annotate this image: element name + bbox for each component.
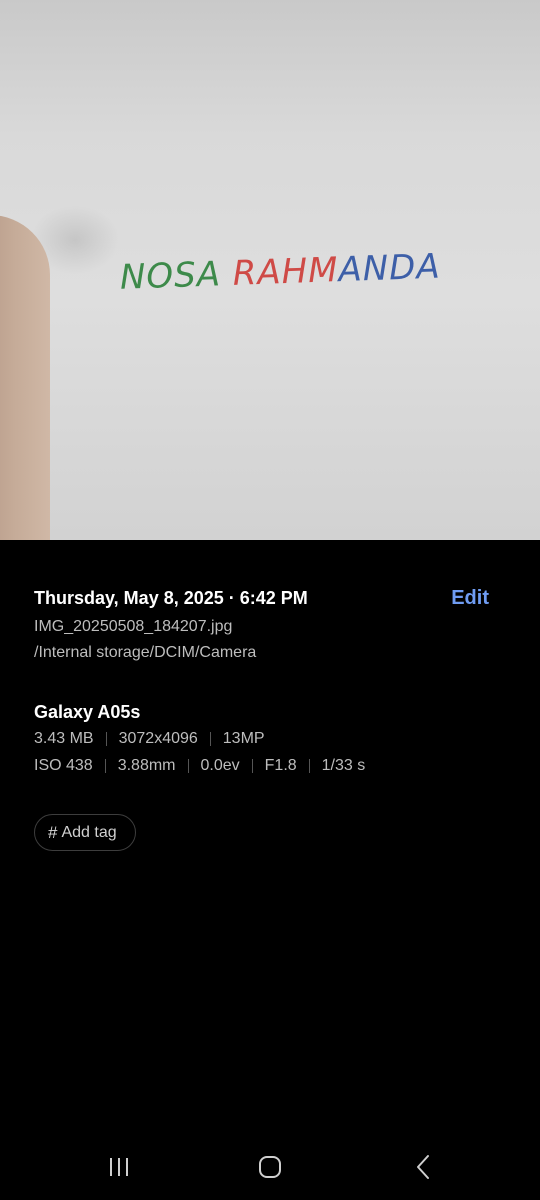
finger xyxy=(0,215,50,540)
focal-length: 3.88mm xyxy=(117,757,176,774)
home-icon xyxy=(259,1156,281,1178)
navigation-bar xyxy=(0,1140,540,1196)
add-tag-label: Add tag xyxy=(61,823,117,841)
exposure-value: 0.0ev xyxy=(200,757,240,774)
date-row: Thursday, May 8, 2025 · 6:42 PM Edit xyxy=(34,585,506,611)
photo-word-3: ANDA xyxy=(337,246,442,291)
recents-icon xyxy=(110,1158,128,1176)
add-tag-button[interactable]: # Add tag xyxy=(34,814,136,851)
photo-preview[interactable]: NOSA RAHMANDA xyxy=(0,0,540,540)
aperture: F1.8 xyxy=(264,757,297,774)
photo-word-1: NOSA xyxy=(119,254,222,298)
file-name: IMG_20250508_184207.jpg xyxy=(34,618,233,635)
divider xyxy=(187,758,189,773)
camera-specs: ISO 438 3.88mm 0.0ev F1.8 1/33 s xyxy=(34,752,506,779)
resolution: 3072x4096 xyxy=(118,730,198,747)
edit-button[interactable]: Edit xyxy=(451,585,489,611)
back-icon xyxy=(417,1155,429,1179)
home-button[interactable] xyxy=(250,1152,290,1184)
divider xyxy=(104,758,106,773)
photo-handwriting: NOSA RAHMANDA xyxy=(119,246,450,305)
megapixels: 13MP xyxy=(222,730,265,747)
recents-button[interactable] xyxy=(100,1152,140,1184)
divider xyxy=(105,731,107,746)
hash-icon: # xyxy=(48,822,58,842)
shutter-speed: 1/33 s xyxy=(321,757,366,774)
details-panel: Thursday, May 8, 2025 · 6:42 PM Edit IMG… xyxy=(34,585,506,779)
file-path: /Internal storage/DCIM/Camera xyxy=(34,644,257,661)
device-name: Galaxy A05s xyxy=(34,702,141,722)
photo-word-2: RAHM xyxy=(232,250,340,294)
date-time: Thursday, May 8, 2025 · 6:42 PM xyxy=(34,588,308,608)
back-button[interactable] xyxy=(402,1152,442,1184)
divider xyxy=(251,758,253,773)
file-size: 3.43 MB xyxy=(34,730,94,747)
iso-value: ISO 438 xyxy=(34,757,93,774)
divider xyxy=(209,731,211,746)
divider xyxy=(308,758,310,773)
file-specs: 3.43 MB 3072x4096 13MP xyxy=(34,725,506,752)
